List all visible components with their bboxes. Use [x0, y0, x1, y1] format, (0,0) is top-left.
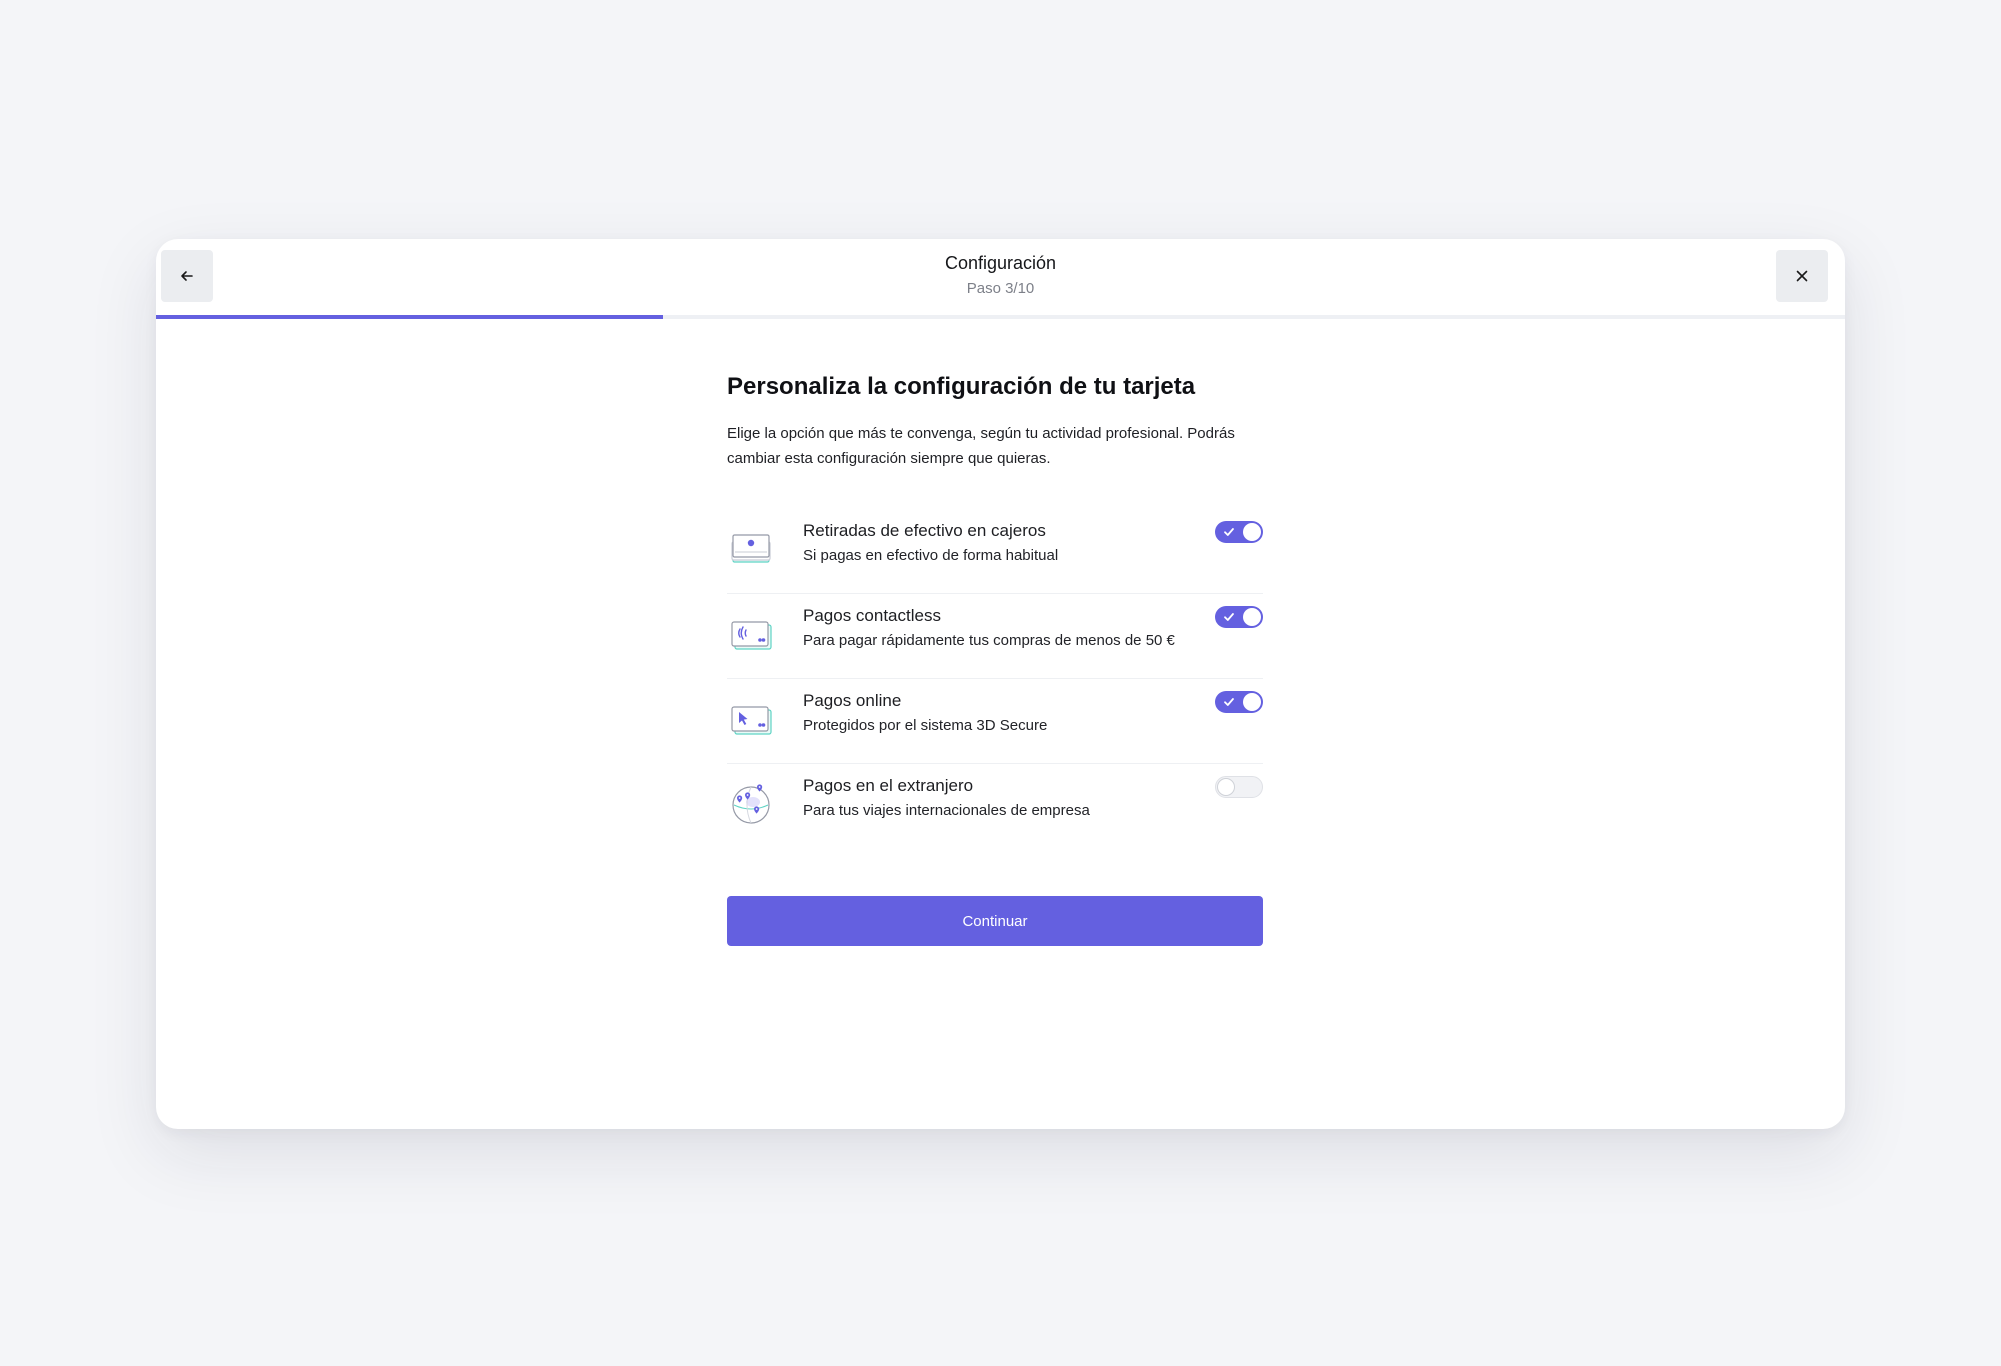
option-title: Retiradas de efectivo en cajeros — [803, 521, 1046, 540]
toggle-knob — [1243, 608, 1261, 626]
option-subtitle: Para pagar rápidamente tus compras de me… — [803, 632, 1175, 649]
setup-modal: Configuración Paso 3/10 Personaliza la c… — [156, 239, 1845, 1129]
globe-pins-icon — [732, 784, 770, 824]
option-subtitle: Para tus viajes internacionales de empre… — [803, 802, 1090, 819]
toggle-atm-withdrawals[interactable] — [1215, 521, 1263, 543]
toggle-knob — [1243, 693, 1261, 711]
modal-header: Configuración Paso 3/10 — [156, 239, 1845, 319]
toggle-contactless[interactable] — [1215, 606, 1263, 628]
option-contactless: Pagos contactless Para pagar rápidamente… — [727, 594, 1263, 679]
main-content: Personaliza la configuración de tu tarje… — [727, 371, 1263, 946]
page-description: Elige la opción que más te convenga, seg… — [727, 425, 1235, 467]
close-icon — [1796, 270, 1808, 282]
option-online-payments: Pagos online Protegidos por el sistema 3… — [727, 679, 1263, 764]
toggle-online-payments[interactable] — [1215, 691, 1263, 713]
toggle-foreign-payments[interactable] — [1215, 776, 1263, 798]
close-button[interactable] — [1776, 250, 1828, 302]
header-title: Configuración — [944, 253, 1057, 273]
option-atm-withdrawals: Retiradas de efectivo en cajeros Si paga… — [727, 509, 1263, 594]
check-icon — [1224, 698, 1234, 706]
option-subtitle: Protegidos por el sistema 3D Secure — [803, 717, 1048, 734]
option-subtitle: Si pagas en efectivo de forma habitual — [803, 547, 1059, 564]
progress-bar-fill — [156, 315, 663, 319]
continue-button[interactable]: Continuar — [727, 896, 1263, 946]
page-title: Personaliza la configuración de tu tarje… — [727, 373, 1196, 400]
step-indicator: Paso 3/10 — [966, 280, 1035, 297]
online-card-cursor-icon — [731, 706, 772, 735]
contactless-card-icon — [731, 621, 772, 650]
option-title: Pagos en el extranjero — [803, 776, 974, 795]
toggle-knob — [1243, 523, 1261, 541]
toggle-knob — [1217, 778, 1235, 796]
option-title: Pagos online — [803, 691, 902, 710]
check-icon — [1224, 613, 1234, 621]
atm-cash-icon — [731, 534, 771, 563]
check-icon — [1224, 528, 1234, 536]
option-foreign-payments: Pagos en el extranjero Para tus viajes i… — [727, 764, 1263, 848]
card-options-list: Retiradas de efectivo en cajeros Si paga… — [727, 509, 1263, 848]
option-title: Pagos contactless — [803, 606, 941, 625]
